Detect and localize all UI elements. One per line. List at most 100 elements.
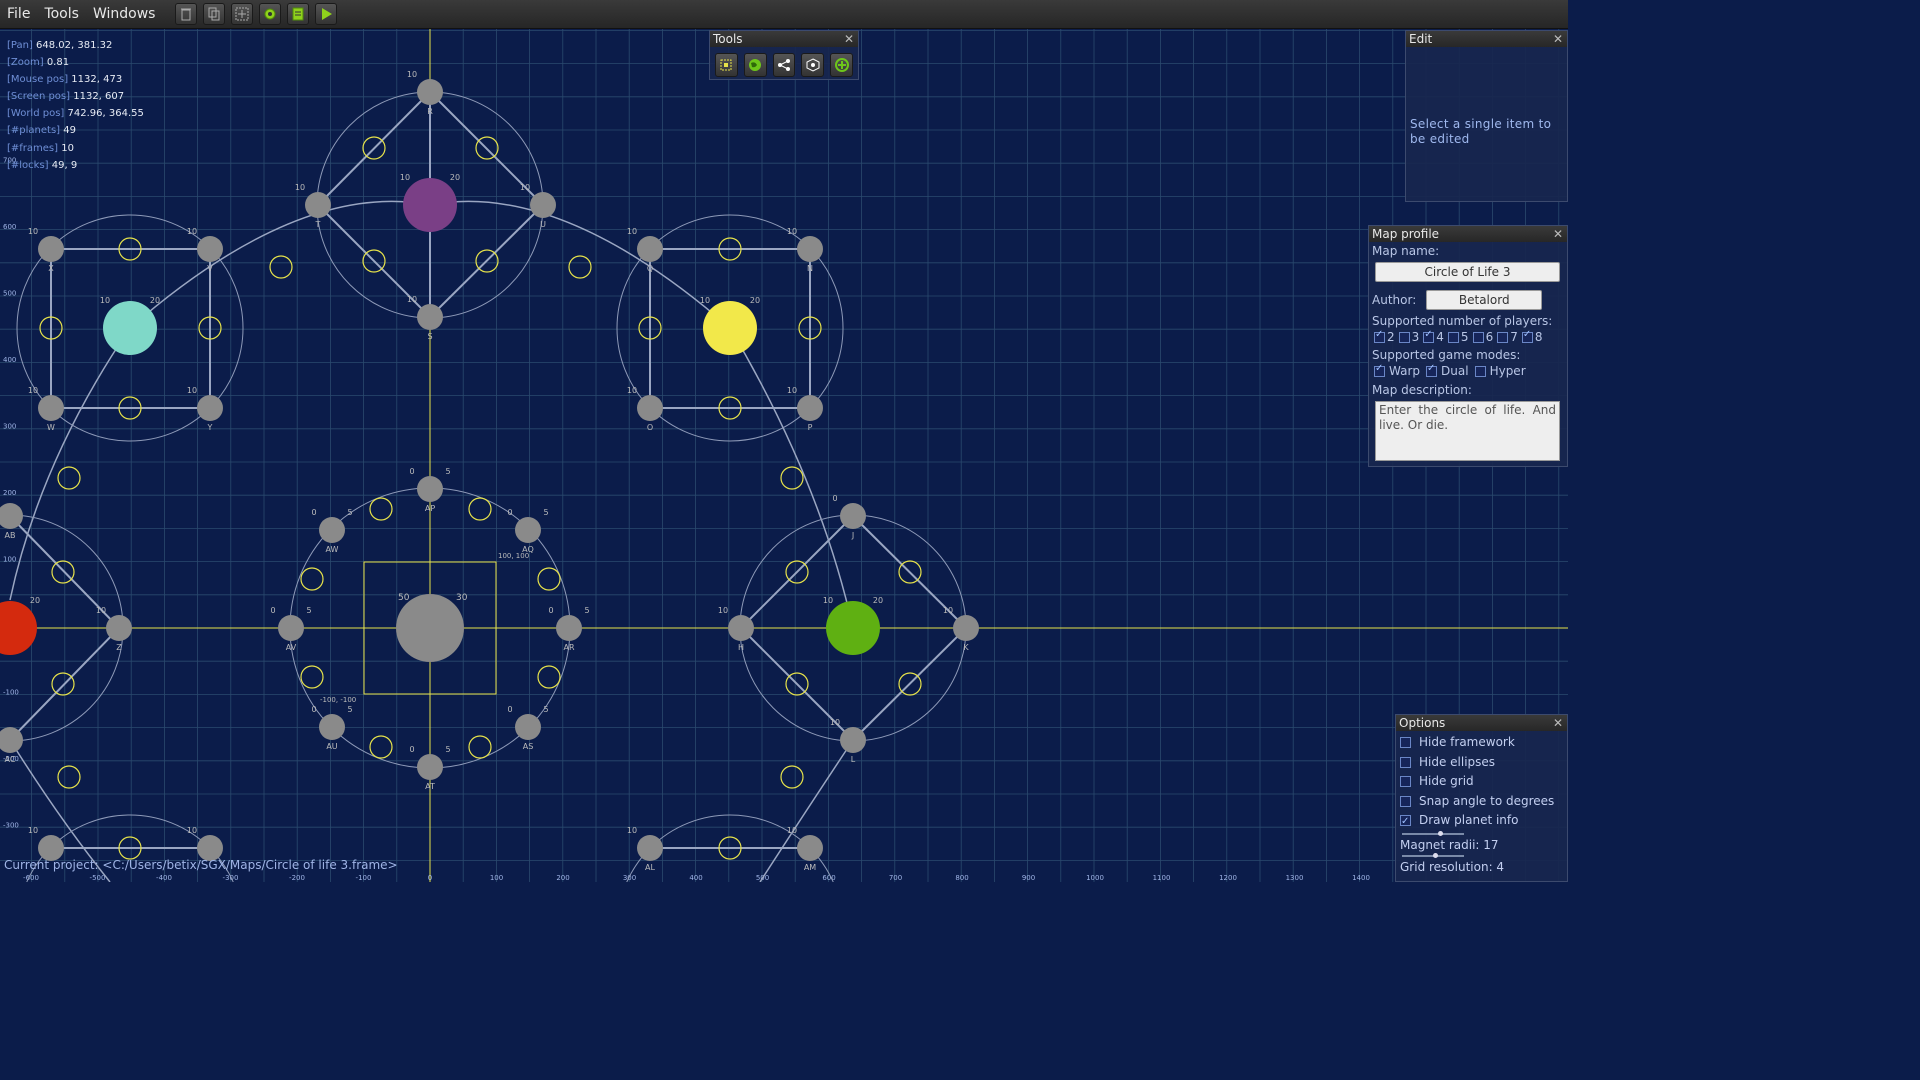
copy-icon[interactable] bbox=[203, 3, 226, 25]
empty-slot[interactable] bbox=[300, 665, 324, 689]
option-hide-grid[interactable]: Hide grid bbox=[1396, 772, 1567, 792]
empty-slot[interactable] bbox=[51, 672, 75, 696]
close-icon[interactable]: ✕ bbox=[1553, 715, 1563, 731]
planet-node[interactable] bbox=[197, 236, 223, 262]
empty-slot[interactable] bbox=[468, 735, 492, 759]
checkbox-box bbox=[1400, 776, 1411, 787]
planet-info: 5 bbox=[584, 606, 589, 615]
planet-node[interactable] bbox=[38, 395, 64, 421]
player-count-checkbox[interactable]: 8 bbox=[1521, 329, 1542, 344]
game-mode-checkbox-warp[interactable]: Warp bbox=[1374, 363, 1420, 378]
author-input[interactable]: Betalord bbox=[1426, 290, 1543, 310]
close-icon[interactable]: ✕ bbox=[1553, 226, 1563, 242]
map-canvas[interactable]: -600 -500 -400 -300 -200 -100 0 100 200 300 400 500… bbox=[0, 0, 1568, 882]
planet-node[interactable] bbox=[515, 517, 541, 543]
player-count-checkbox[interactable]: 5 bbox=[1447, 330, 1469, 344]
info-key: [World pos] bbox=[7, 108, 65, 120]
planet-node[interactable] bbox=[417, 79, 443, 105]
x-tick-label: -300 bbox=[223, 874, 239, 882]
magnet-radii-slider[interactable] bbox=[1402, 852, 1464, 858]
planet-node[interactable] bbox=[953, 615, 979, 641]
trash-icon[interactable] bbox=[175, 3, 198, 25]
checkbox-label: 4 bbox=[1436, 330, 1444, 344]
option-slider-1[interactable] bbox=[1402, 830, 1464, 836]
planet-info: 10 bbox=[400, 173, 410, 182]
map-name-input[interactable]: Circle of Life 3 bbox=[1375, 262, 1560, 282]
menu-tools[interactable]: Tools bbox=[37, 6, 86, 22]
planet-node[interactable] bbox=[556, 615, 582, 641]
planet-info: 10 bbox=[718, 606, 728, 615]
home-planet[interactable] bbox=[703, 301, 757, 355]
close-icon[interactable]: ✕ bbox=[844, 31, 854, 47]
empty-slot[interactable] bbox=[537, 665, 561, 689]
option-snap-angle-to-degrees[interactable]: Snap angle to degrees bbox=[1396, 792, 1567, 812]
info-value: 1132, 607 bbox=[70, 91, 125, 103]
option-hide-ellipses[interactable]: Hide ellipses bbox=[1396, 753, 1567, 773]
planet-node[interactable] bbox=[38, 236, 64, 262]
link-icon[interactable] bbox=[772, 53, 796, 77]
game-mode-checkbox-dual[interactable]: Dual bbox=[1426, 363, 1469, 378]
frame-icon[interactable] bbox=[801, 53, 825, 77]
player-count-checkbox[interactable]: 6 bbox=[1472, 330, 1493, 344]
planet-node[interactable] bbox=[728, 615, 754, 641]
empty-slot[interactable] bbox=[300, 567, 324, 591]
empty-slot[interactable] bbox=[369, 497, 393, 521]
planet-node[interactable] bbox=[319, 714, 345, 740]
empty-slot[interactable] bbox=[468, 497, 492, 521]
select-icon[interactable] bbox=[715, 53, 738, 77]
empty-slot[interactable] bbox=[57, 765, 81, 789]
planet-info: 10 bbox=[407, 295, 417, 304]
home-planet[interactable] bbox=[103, 301, 157, 355]
planet-node[interactable] bbox=[797, 395, 823, 421]
planet-node[interactable] bbox=[417, 754, 443, 780]
game-mode-checkbox-hyper[interactable]: Hyper bbox=[1474, 364, 1526, 378]
play-icon[interactable] bbox=[315, 3, 338, 25]
home-planet[interactable] bbox=[826, 601, 880, 655]
empty-slot[interactable] bbox=[369, 735, 393, 759]
option-draw-planet-info[interactable]: Draw planet info bbox=[1396, 811, 1567, 832]
planet-node[interactable] bbox=[319, 517, 345, 543]
empty-slot[interactable] bbox=[51, 560, 75, 584]
planet-node[interactable] bbox=[797, 835, 823, 861]
planet-label: L bbox=[851, 755, 856, 764]
player-count-checkbox[interactable]: 4 bbox=[1423, 329, 1444, 344]
document-icon[interactable] bbox=[287, 3, 310, 25]
planet-node[interactable] bbox=[797, 236, 823, 262]
player-count-checkbox[interactable]: 3 bbox=[1398, 330, 1419, 344]
empty-slot[interactable] bbox=[57, 466, 81, 490]
planet-node[interactable] bbox=[637, 395, 663, 421]
planet-node[interactable] bbox=[840, 503, 866, 529]
planet-info: 5 bbox=[445, 745, 450, 754]
add-icon[interactable] bbox=[830, 53, 853, 77]
planet-info: 10 bbox=[187, 386, 197, 395]
player-count-checkbox[interactable]: 7 bbox=[1497, 330, 1518, 344]
description-textarea[interactable]: Enter the circle of life. And live. Or d… bbox=[1375, 401, 1560, 461]
planet-node[interactable] bbox=[106, 615, 132, 641]
center-planet[interactable] bbox=[396, 594, 464, 662]
grid-select-icon[interactable] bbox=[231, 3, 254, 25]
empty-slot[interactable] bbox=[537, 567, 561, 591]
planet-node[interactable] bbox=[637, 236, 663, 262]
planet-icon[interactable] bbox=[743, 53, 767, 77]
planet-node[interactable] bbox=[515, 714, 541, 740]
close-icon[interactable]: ✕ bbox=[1553, 31, 1563, 47]
empty-slot[interactable] bbox=[269, 255, 293, 279]
planet-node[interactable] bbox=[305, 192, 331, 218]
planet-node[interactable] bbox=[417, 476, 443, 502]
planet-node[interactable] bbox=[197, 395, 223, 421]
empty-slot[interactable] bbox=[780, 765, 804, 789]
planet-node[interactable] bbox=[637, 835, 663, 861]
home-planet[interactable] bbox=[403, 178, 457, 232]
option-hide-framework[interactable]: Hide framework bbox=[1396, 733, 1567, 753]
empty-slot[interactable] bbox=[780, 466, 804, 490]
info-key: [#planets] bbox=[7, 125, 61, 137]
menu-windows[interactable]: Windows bbox=[86, 6, 163, 22]
player-count-checkbox[interactable]: 2 bbox=[1374, 329, 1395, 344]
empty-slot[interactable] bbox=[568, 255, 592, 279]
planet-node[interactable] bbox=[278, 615, 304, 641]
gear-icon[interactable] bbox=[259, 3, 282, 25]
planet-node[interactable] bbox=[417, 304, 443, 330]
menu-file[interactable]: File bbox=[0, 6, 37, 22]
planet-node[interactable] bbox=[840, 727, 866, 753]
planet-node[interactable] bbox=[530, 192, 556, 218]
